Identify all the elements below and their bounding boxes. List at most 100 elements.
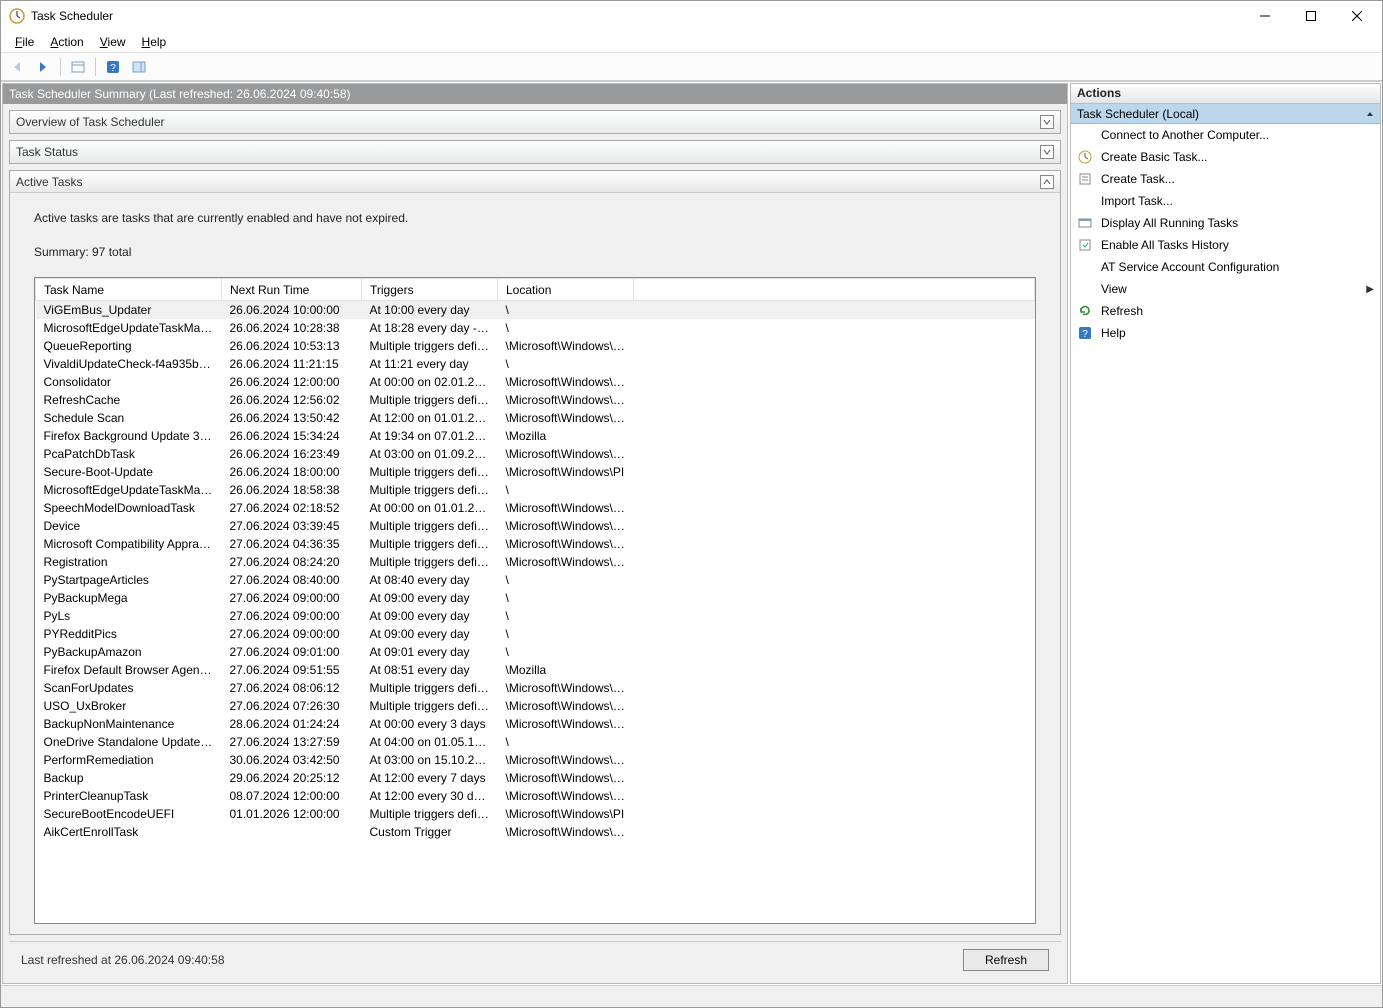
table-row[interactable]: SpeechModelDownloadTask27.06.2024 02:18:… xyxy=(36,499,1035,517)
section-overview[interactable]: Overview of Task Scheduler xyxy=(9,110,1061,134)
cell-name: OneDrive Standalone Update Task-... xyxy=(36,733,222,751)
cell-trig: At 08:51 every day xyxy=(362,661,498,679)
table-row[interactable]: PyStartpageArticles27.06.2024 08:40:00At… xyxy=(36,571,1035,589)
cell-name: Consolidator xyxy=(36,373,222,391)
cell-next: 08.07.2024 12:00:00 xyxy=(222,787,362,805)
menu-help[interactable]: Help xyxy=(134,33,175,51)
cell-next: 26.06.2024 12:56:02 xyxy=(222,391,362,409)
col-task-name[interactable]: Task Name xyxy=(36,279,222,301)
cell-name: Secure-Boot-Update xyxy=(36,463,222,481)
chevron-down-icon[interactable] xyxy=(1040,115,1054,129)
table-row[interactable]: ScanForUpdates27.06.2024 08:06:12Multipl… xyxy=(36,679,1035,697)
cell-name: PrinterCleanupTask xyxy=(36,787,222,805)
section-active-tasks: Active Tasks Active tasks are tasks that… xyxy=(9,170,1061,935)
table-row[interactable]: Microsoft Compatibility Appraiser27.06.2… xyxy=(36,535,1035,553)
caret-up-icon xyxy=(1366,110,1374,118)
section-status[interactable]: Task Status xyxy=(9,140,1061,164)
action-enable-all-tasks-history[interactable]: Enable All Tasks History xyxy=(1071,234,1380,256)
active-tasks-header[interactable]: Active Tasks xyxy=(10,171,1060,193)
action-help[interactable]: ?Help xyxy=(1071,322,1380,344)
table-row[interactable]: PyLs27.06.2024 09:00:00At 09:00 every da… xyxy=(36,607,1035,625)
table-row[interactable]: MicrosoftEdgeUpdateTaskMachine...26.06.2… xyxy=(36,481,1035,499)
back-button[interactable] xyxy=(5,56,29,78)
maximize-button[interactable] xyxy=(1288,1,1334,31)
table-row[interactable]: USO_UxBroker27.06.2024 07:26:30Multiple … xyxy=(36,697,1035,715)
col-triggers[interactable]: Triggers xyxy=(362,279,498,301)
action-connect-to-another-computer[interactable]: Connect to Another Computer... xyxy=(1071,124,1380,146)
table-row[interactable]: VivaldiUpdateCheck-f4a935bcd616...26.06.… xyxy=(36,355,1035,373)
table-row[interactable]: PcaPatchDbTask26.06.2024 16:23:49At 03:0… xyxy=(36,445,1035,463)
cell-trig: At 04:00 on 01.05.1992 - ... xyxy=(362,733,498,751)
cell-name: MicrosoftEdgeUpdateTaskMachine... xyxy=(36,481,222,499)
action-at-service-account-configuration[interactable]: AT Service Account Configuration xyxy=(1071,256,1380,278)
menu-action[interactable]: Action xyxy=(42,33,91,51)
cell-trig: At 03:00 on 01.09.2008 - ... xyxy=(362,445,498,463)
cell-loc: \ xyxy=(498,607,634,625)
actions-pane: Actions Task Scheduler (Local) Connect t… xyxy=(1070,83,1381,984)
cell-next: 27.06.2024 09:51:55 xyxy=(222,661,362,679)
refresh-button[interactable]: Refresh xyxy=(963,949,1049,971)
table-row[interactable]: ViGEmBus_Updater26.06.2024 10:00:00At 10… xyxy=(36,301,1035,319)
table-row[interactable]: PyBackupMega27.06.2024 09:00:00At 09:00 … xyxy=(36,589,1035,607)
table-row[interactable]: Device27.06.2024 03:39:45Multiple trigge… xyxy=(36,517,1035,535)
table-row[interactable]: PrinterCleanupTask08.07.2024 12:00:00At … xyxy=(36,787,1035,805)
cell-next: 26.06.2024 10:53:13 xyxy=(222,337,362,355)
table-row[interactable]: AikCertEnrollTaskCustom Trigger\Microsof… xyxy=(36,823,1035,841)
action-display-all-running-tasks[interactable]: Display All Running Tasks xyxy=(1071,212,1380,234)
cell-trig: At 00:00 on 01.01.2004 - ... xyxy=(362,499,498,517)
table-row[interactable]: Backup29.06.2024 20:25:12At 12:00 every … xyxy=(36,769,1035,787)
menu-file[interactable]: File xyxy=(7,33,42,51)
table-row[interactable]: Registration27.06.2024 08:24:20Multiple … xyxy=(36,553,1035,571)
table-row[interactable]: Secure-Boot-Update26.06.2024 18:00:00Mul… xyxy=(36,463,1035,481)
chevron-up-icon[interactable] xyxy=(1040,175,1054,189)
cell-next: 27.06.2024 03:39:45 xyxy=(222,517,362,535)
table-row[interactable]: Firefox Default Browser Agent 308...27.0… xyxy=(36,661,1035,679)
table-row[interactable]: Firefox Background Update 308046...26.06… xyxy=(36,427,1035,445)
table-row[interactable]: BackupNonMaintenance28.06.2024 01:24:24A… xyxy=(36,715,1035,733)
active-tasks-summary: Summary: 97 total xyxy=(34,245,1036,259)
cell-trig: At 08:40 every day xyxy=(362,571,498,589)
cell-loc: \Mozilla xyxy=(498,427,634,445)
table-row[interactable]: PyBackupAmazon27.06.2024 09:01:00At 09:0… xyxy=(36,643,1035,661)
cell-loc: \Microsoft\Windows\A... xyxy=(498,715,634,733)
table-scroll[interactable]: Task Name Next Run Time Triggers Locatio… xyxy=(35,278,1035,923)
table-row[interactable]: QueueReporting26.06.2024 10:53:13Multipl… xyxy=(36,337,1035,355)
table-row[interactable]: SecureBootEncodeUEFI01.01.2026 12:00:00M… xyxy=(36,805,1035,823)
chevron-down-icon[interactable] xyxy=(1040,145,1054,159)
table-row[interactable]: PerformRemediation30.06.2024 03:42:50At … xyxy=(36,751,1035,769)
close-button[interactable] xyxy=(1334,1,1380,31)
action-refresh[interactable]: Refresh xyxy=(1071,300,1380,322)
action-import-task[interactable]: Import Task... xyxy=(1071,190,1380,212)
cell-loc: \Microsoft\Windows\Pri... xyxy=(498,787,634,805)
minimize-button[interactable] xyxy=(1242,1,1288,31)
forward-button[interactable] xyxy=(31,56,55,78)
cell-loc: \ xyxy=(498,481,634,499)
cell-loc: \Microsoft\Windows\W... xyxy=(498,751,634,769)
table-row[interactable]: Consolidator26.06.2024 12:00:00At 00:00 … xyxy=(36,373,1035,391)
col-next-run[interactable]: Next Run Time xyxy=(222,279,362,301)
cell-next xyxy=(222,823,362,841)
table-row[interactable]: RefreshCache26.06.2024 12:56:02Multiple … xyxy=(36,391,1035,409)
caret-right-icon: ▶ xyxy=(1366,284,1374,295)
actions-context[interactable]: Task Scheduler (Local) xyxy=(1071,104,1380,124)
help-button[interactable]: ? xyxy=(101,56,125,78)
table-row[interactable]: MicrosoftEdgeUpdateTaskMachine...26.06.2… xyxy=(36,319,1035,337)
action-label: Import Task... xyxy=(1101,194,1374,208)
cell-loc: \Microsoft\Windows\Sp... xyxy=(498,499,634,517)
menu-view[interactable]: View xyxy=(92,33,134,51)
action-create-task[interactable]: Create Task... xyxy=(1071,168,1380,190)
pane-toggle-button[interactable] xyxy=(127,56,151,78)
action-create-basic-task[interactable]: Create Basic Task... xyxy=(1071,146,1380,168)
properties-button[interactable] xyxy=(66,56,90,78)
cell-trig: At 12:00 every 7 days xyxy=(362,769,498,787)
action-label: View xyxy=(1101,282,1358,296)
table-row[interactable]: Schedule Scan26.06.2024 13:50:42At 12:00… xyxy=(36,409,1035,427)
col-location[interactable]: Location xyxy=(498,279,634,301)
cell-trig: At 12:00 on 01.01.2019 - ... xyxy=(362,409,498,427)
table-row[interactable]: PYRedditPics27.06.2024 09:00:00At 09:00 … xyxy=(36,625,1035,643)
cell-name: Firefox Default Browser Agent 308... xyxy=(36,661,222,679)
action-view[interactable]: View ▶ xyxy=(1071,278,1380,300)
table-row[interactable]: OneDrive Standalone Update Task-...27.06… xyxy=(36,733,1035,751)
action-list: Connect to Another Computer...Create Bas… xyxy=(1071,124,1380,344)
cell-name: USO_UxBroker xyxy=(36,697,222,715)
